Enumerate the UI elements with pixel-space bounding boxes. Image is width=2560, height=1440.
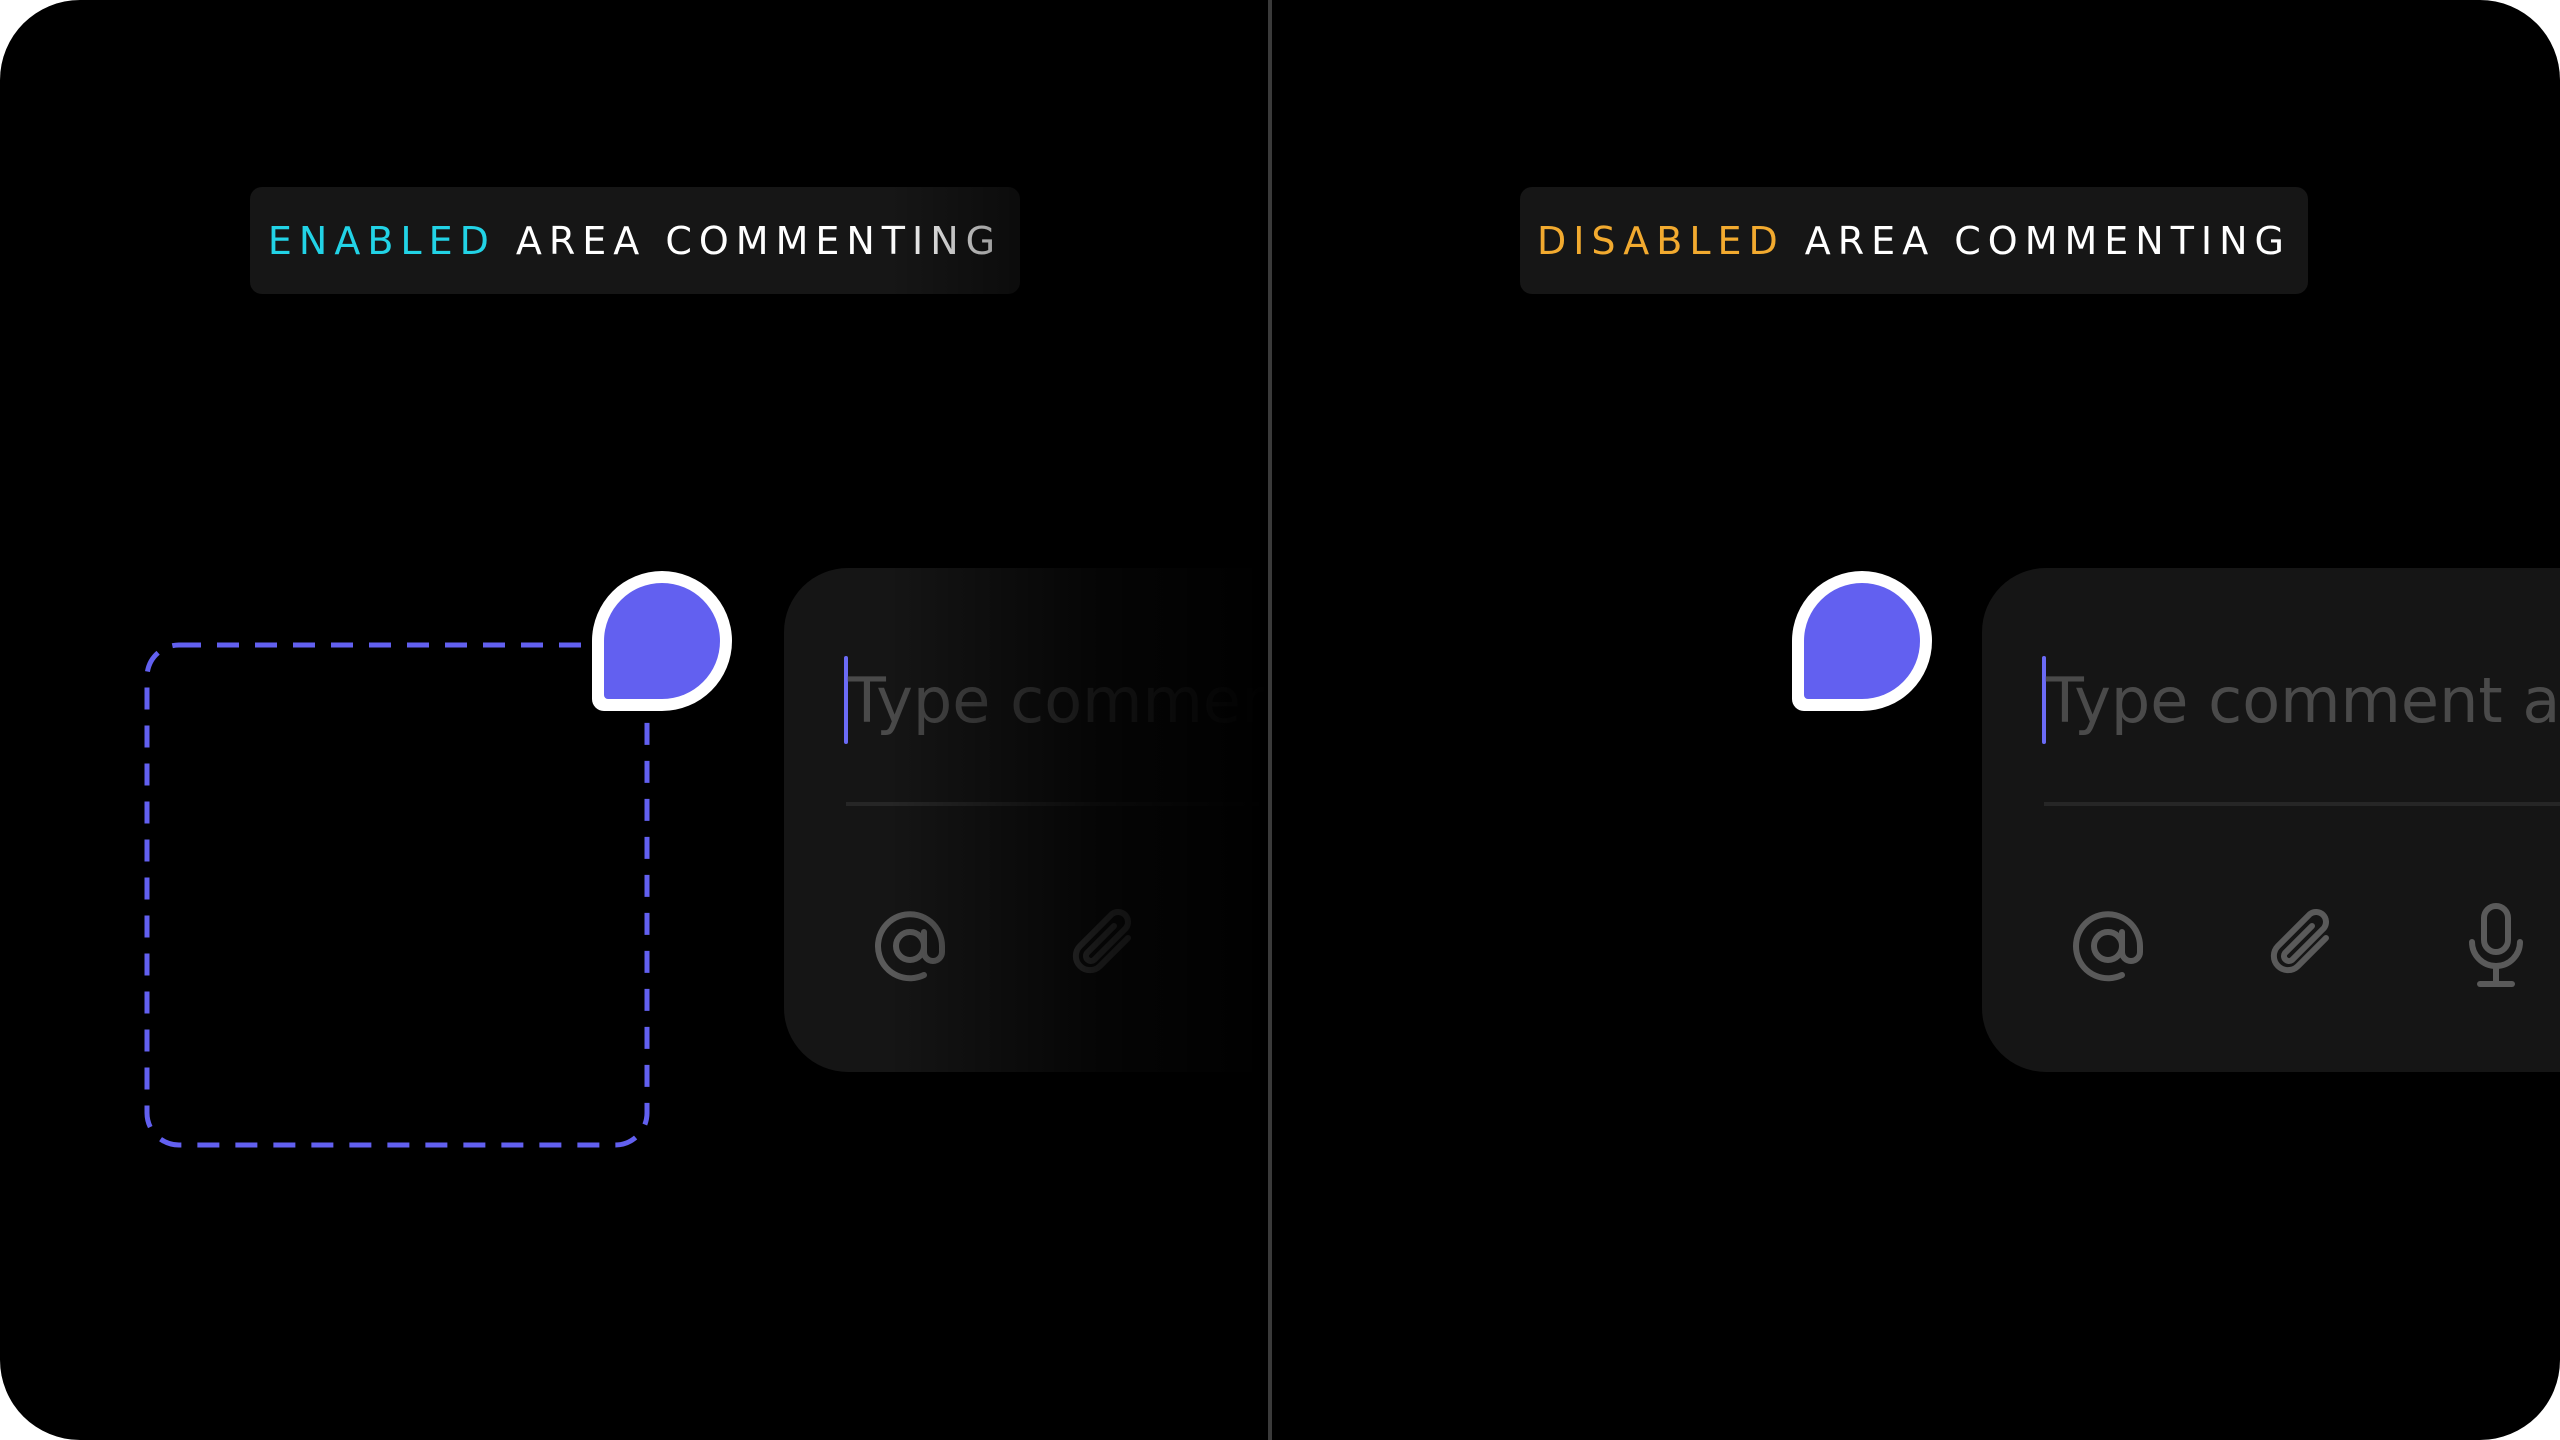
label-text: AREA COMMENTING bbox=[1804, 218, 2292, 263]
label-text: AREA COMMENTING bbox=[515, 218, 1003, 263]
disabled-label-pill: DISABLED AREA COMMENTING bbox=[1520, 187, 2308, 294]
composer-divider bbox=[846, 802, 1268, 806]
enabled-label-pill: ENABLED AREA COMMENTING bbox=[250, 187, 1020, 294]
microphone-icon[interactable] bbox=[2448, 898, 2544, 994]
paperclip-icon[interactable] bbox=[2254, 898, 2350, 994]
at-sign-icon[interactable] bbox=[2060, 898, 2156, 994]
comment-pin-icon[interactable] bbox=[1788, 567, 1936, 715]
paperclip-icon[interactable] bbox=[1056, 898, 1152, 994]
disabled-panel: DISABLED AREA COMMENTING Type comment a bbox=[1272, 0, 2560, 1440]
comment-composer[interactable]: Type comment a bbox=[1982, 568, 2560, 1072]
at-sign-icon[interactable] bbox=[862, 898, 958, 994]
comment-pin-icon[interactable] bbox=[588, 567, 736, 715]
status-word: ENABLED bbox=[267, 218, 496, 263]
comment-input[interactable]: Type comment bbox=[848, 664, 1268, 737]
status-word: DISABLED bbox=[1536, 218, 1785, 263]
area-selection-outline[interactable] bbox=[144, 642, 650, 1148]
enabled-panel: ENABLED AREA COMMENTING Type comment bbox=[0, 0, 1268, 1440]
comment-input[interactable]: Type comment a bbox=[2046, 664, 2560, 737]
comment-composer[interactable]: Type comment bbox=[784, 568, 1268, 1072]
composer-divider bbox=[2044, 802, 2560, 806]
demo-frame: ENABLED AREA COMMENTING Type comment DIS… bbox=[0, 0, 2560, 1440]
